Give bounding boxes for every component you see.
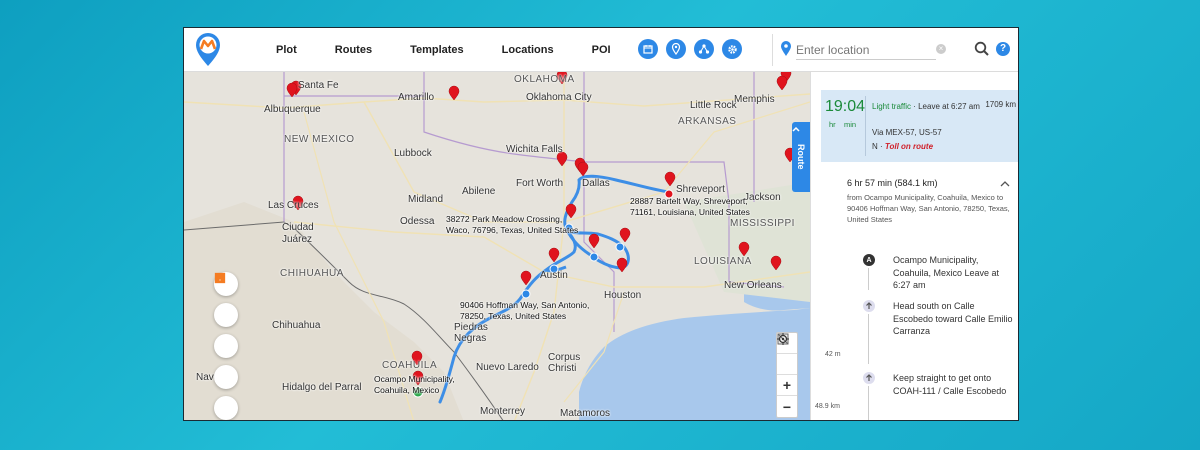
- document-button[interactable]: [214, 273, 238, 358]
- leg-description: from Ocampo Municipality, Coahuila, Mexi…: [847, 193, 1010, 224]
- label-hidalgo: Hidalgo del Parral: [282, 382, 362, 393]
- label-ciudad-juarez: Ciudad Juárez: [282, 222, 314, 245]
- clear-icon[interactable]: ×: [936, 44, 946, 54]
- map-controls: + −: [776, 332, 798, 418]
- label-santa-fe: Santa Fe: [298, 80, 339, 91]
- ordered-list-button[interactable]: [214, 273, 238, 420]
- tool-buttons: [638, 39, 742, 59]
- arrow-up-icon: [863, 372, 875, 384]
- start-marker-icon: A: [863, 254, 875, 266]
- label-nuevo-laredo: Nuevo Laredo: [476, 362, 539, 373]
- timeline-line: [868, 386, 869, 420]
- summary-units: hr min: [829, 120, 857, 129]
- label-fort-worth: Fort Worth: [516, 178, 564, 189]
- route-pins-button[interactable]: [666, 39, 686, 59]
- step-distance: 48.9 km: [815, 403, 840, 410]
- label-houston: Houston: [604, 290, 642, 301]
- label-amarillo: Amarillo: [398, 92, 435, 103]
- label-lubbock: Lubbock: [394, 148, 432, 159]
- label-abilene: Abilene: [462, 186, 496, 197]
- label-dallas: Dallas: [582, 178, 610, 189]
- label-chihuahua-state: CHIHUAHUA: [280, 268, 344, 279]
- summary-distance: 1709 km: [985, 100, 1016, 109]
- search-icon[interactable]: [974, 41, 990, 57]
- settings-button[interactable]: [722, 39, 742, 59]
- label-monterrey: Monterrey: [480, 406, 526, 417]
- step-text: Head south on Calle Escobedo toward Call…: [893, 301, 1013, 336]
- logo-icon[interactable]: [194, 33, 222, 67]
- ordered-list-icon: [215, 273, 225, 283]
- summary-toll: N · Toll on route: [872, 142, 934, 151]
- location-search-input[interactable]: [796, 40, 936, 60]
- address-ocampo: Ocampo Municipality, Coahuila, Mexico: [374, 374, 455, 395]
- label-oklahoma-city: Oklahoma City: [526, 92, 592, 103]
- label-shreveport: Shreveport: [676, 184, 725, 195]
- calendar-icon: [643, 45, 653, 54]
- label-little-rock: Little Rock: [690, 100, 737, 111]
- location-pin-icon: [781, 41, 791, 56]
- label-arkansas: ARKANSAS: [678, 116, 737, 127]
- label-louisiana: LOUISIANA: [694, 256, 752, 267]
- network-button[interactable]: [694, 39, 714, 59]
- network-icon: [698, 44, 710, 54]
- save-button[interactable]: [214, 272, 238, 327]
- crosshair-icon: [777, 333, 789, 345]
- map-canvas[interactable]: OKLAHOMA Oklahoma City Amarillo Santa Fe…: [184, 72, 810, 420]
- zoom-out-button[interactable]: −: [777, 396, 797, 417]
- label-austin: Austin: [540, 270, 568, 281]
- label-odessa: Odessa: [400, 216, 435, 227]
- nav-templates[interactable]: Templates: [410, 44, 464, 56]
- route-tab-label: Route: [796, 144, 806, 170]
- label-coahuila: COAHUILA: [382, 360, 438, 371]
- label-mississippi: MISSISSIPPI: [730, 218, 795, 229]
- calendar-button[interactable]: [638, 39, 658, 59]
- summary-traffic: Light traffic · Leave at 6:27 am: [872, 102, 980, 111]
- header-divider: [772, 34, 773, 66]
- address-shreveport: 28887 Bartelt Way, Shreveport, 71161, Lo…: [630, 196, 750, 217]
- label-oklahoma: OKLAHOMA: [514, 74, 575, 85]
- zoom-in-button[interactable]: +: [777, 375, 797, 396]
- address-san-antonio: 90406 Hoffman Way, San Antonio, 78250, T…: [460, 300, 590, 321]
- chevron-up-icon[interactable]: [1000, 180, 1010, 188]
- timeline-line: [868, 314, 869, 364]
- summary-divider: [865, 96, 866, 156]
- leg-duration: 6 hr 57 min (584.1 km): [847, 178, 938, 188]
- locate-button[interactable]: [777, 333, 797, 375]
- nav-plot[interactable]: Plot: [276, 44, 297, 56]
- timeline-line: [868, 268, 869, 290]
- grid-button[interactable]: [214, 273, 238, 389]
- nav-poi[interactable]: POI: [592, 44, 611, 56]
- nav-routes[interactable]: Routes: [335, 44, 372, 56]
- label-chihuahua: Chihuahua: [272, 320, 321, 331]
- route-summary[interactable]: 19:04 hr min Light traffic · Leave at 6:…: [821, 90, 1018, 162]
- label-wichita-falls: Wichita Falls: [506, 144, 563, 155]
- chevron-up-icon: [792, 126, 800, 132]
- step-distance: 42 m: [825, 351, 841, 358]
- nav-locations[interactable]: Locations: [502, 44, 554, 56]
- app-window: Plot Routes Templates Locations POI × ?: [183, 27, 1019, 421]
- label-las-cruces: Las Cruces: [268, 200, 319, 211]
- main-nav: Plot Routes Templates Locations POI: [276, 28, 649, 72]
- help-icon[interactable]: ?: [996, 42, 1010, 56]
- step-text: Ocampo Municipality, Coahuila, Mexico Le…: [893, 255, 1000, 290]
- label-piedras-negras: Piedras Negras: [454, 322, 488, 344]
- label-new-mexico: NEW MEXICO: [284, 134, 355, 145]
- summary-time: 19:04: [825, 98, 866, 115]
- gear-icon: [727, 44, 737, 54]
- label-midland: Midland: [408, 194, 444, 205]
- arrow-up-icon: [863, 300, 875, 312]
- label-matamoros: Matamoros: [560, 408, 611, 419]
- address-waco: 38272 Park Meadow Crossing, Waco, 76796,…: [446, 214, 579, 235]
- label-albuquerque: Albuquerque: [264, 104, 321, 115]
- label-new-orleans: New Orleans: [724, 280, 782, 291]
- summary-via: Via MEX-57, US-57: [872, 128, 942, 137]
- route-panel: 19:04 hr min Light traffic · Leave at 6:…: [810, 72, 1018, 420]
- left-toolbar: [214, 272, 238, 420]
- step-text: Keep straight to get onto COAH-111 / Cal…: [893, 373, 1007, 396]
- route-tab[interactable]: Route: [792, 122, 810, 192]
- top-bar: Plot Routes Templates Locations POI × ?: [184, 28, 1018, 72]
- route-pins-icon: [671, 43, 681, 55]
- label-memphis: Memphis: [734, 94, 775, 105]
- label-corpus-christi: Corpus Christi: [548, 352, 581, 374]
